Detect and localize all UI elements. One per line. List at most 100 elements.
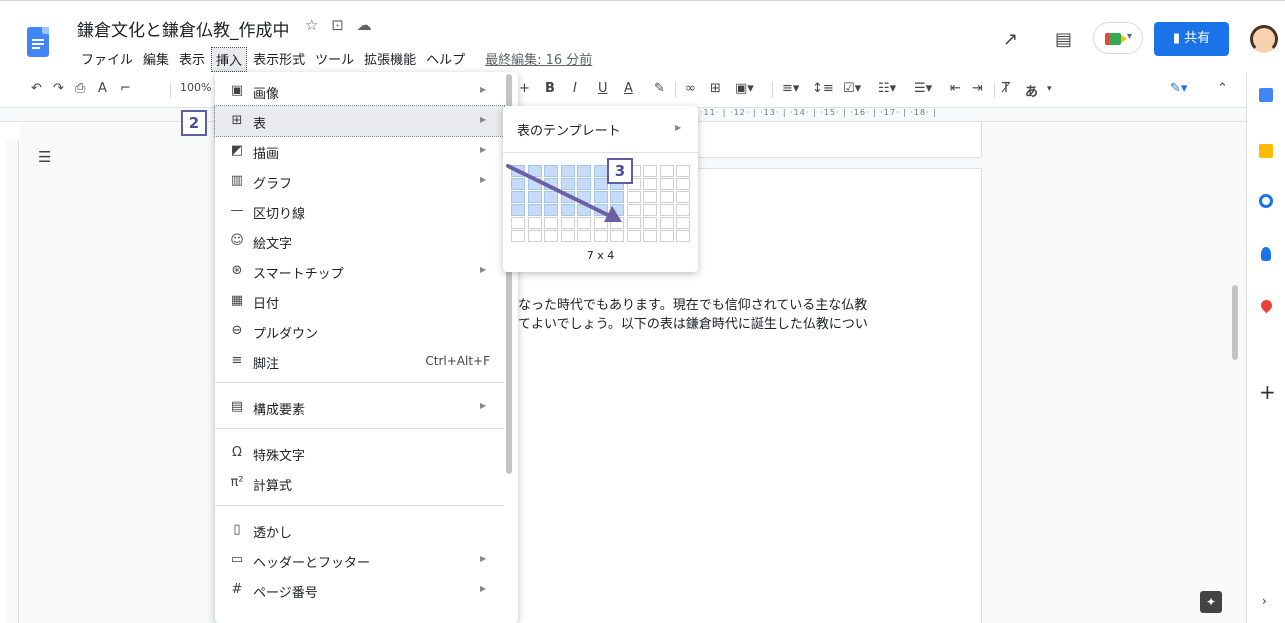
table-grid-cell[interactable]: [560, 230, 575, 242]
maps-app-icon[interactable]: [1258, 297, 1275, 314]
table-grid-cell[interactable]: [577, 165, 591, 177]
table-grid-cell[interactable]: [643, 217, 657, 229]
table-grid-cell[interactable]: [544, 165, 558, 177]
table-grid-cell[interactable]: [659, 204, 674, 216]
table-grid-cell[interactable]: [676, 165, 690, 177]
menu-edit[interactable]: 編集: [139, 47, 173, 72]
table-grid-cell[interactable]: [593, 191, 608, 203]
table-grid-cell[interactable]: [577, 217, 591, 229]
insert-menu-item[interactable]: ▥ グラフ ▶: [215, 166, 504, 196]
decrease-indent-icon[interactable]: ⇤: [950, 81, 961, 96]
table-grid-cell[interactable]: [676, 230, 690, 242]
table-grid-cell[interactable]: [527, 217, 542, 229]
table-grid-cell[interactable]: [544, 230, 558, 242]
table-grid-cell[interactable]: [544, 204, 558, 216]
bulleted-list-icon[interactable]: ☷▾: [878, 81, 896, 96]
font-size-increase-button[interactable]: +: [519, 81, 530, 96]
table-grid-cell[interactable]: [527, 165, 542, 177]
table-grid-cell[interactable]: [643, 165, 657, 177]
table-grid-cell[interactable]: [544, 191, 558, 203]
menu-insert[interactable]: 挿入: [211, 47, 248, 72]
table-grid-cell[interactable]: [527, 191, 542, 203]
collapse-menu-icon[interactable]: ⌃: [1217, 81, 1228, 96]
table-grid-cell[interactable]: [626, 217, 641, 229]
docs-logo-icon[interactable]: [27, 27, 49, 57]
menu-extensions[interactable]: 拡張機能: [360, 47, 420, 72]
insert-menu-item[interactable]: ☺ 絵文字: [215, 226, 504, 256]
table-grid-cell[interactable]: [577, 204, 591, 216]
table-grid-cell[interactable]: [511, 165, 525, 177]
highlight-icon[interactable]: ✎: [654, 81, 665, 96]
undo-icon[interactable]: ↶: [31, 81, 42, 96]
table-templates-item[interactable]: 表のテンプレート ▶: [503, 116, 698, 142]
table-grid-cell[interactable]: [593, 230, 608, 242]
menu-help[interactable]: ヘルプ: [422, 47, 469, 72]
menu-file[interactable]: ファイル: [77, 47, 137, 72]
table-grid-cell[interactable]: [527, 230, 542, 242]
insert-menu-item[interactable]: ⊛ スマートチップ ▶: [215, 256, 504, 286]
italic-button[interactable]: I: [573, 81, 577, 96]
table-grid-cell[interactable]: [676, 178, 690, 190]
insert-menu-item[interactable]: π² 計算式: [215, 468, 504, 498]
table-grid-cell[interactable]: [527, 204, 542, 216]
document-outline-icon[interactable]: ☰: [38, 148, 51, 166]
link-icon[interactable]: ∞: [685, 81, 696, 96]
insert-menu-item[interactable]: — 区切り線: [215, 196, 504, 226]
table-grid-cell[interactable]: [527, 178, 542, 190]
insert-menu-item[interactable]: ▤ 構成要素 ▶: [215, 392, 504, 422]
insert-menu-item[interactable]: ⊖ プルダウン: [215, 316, 504, 346]
star-icon[interactable]: ☆: [305, 16, 318, 34]
table-grid-cell[interactable]: [676, 217, 690, 229]
insert-menu-item[interactable]: ▣ 画像 ▶: [215, 76, 504, 106]
table-grid-cell[interactable]: [610, 191, 624, 203]
table-grid-cell[interactable]: [593, 165, 608, 177]
table-grid-cell[interactable]: [560, 191, 575, 203]
table-grid-cell[interactable]: [511, 230, 525, 242]
insert-menu-item[interactable]: # ページ番号 ▶: [215, 575, 504, 605]
table-grid-cell[interactable]: [626, 191, 641, 203]
zoom-select[interactable]: 100%: [180, 81, 211, 94]
explore-assist-button[interactable]: ✦: [1200, 591, 1222, 613]
table-grid-cell[interactable]: [659, 165, 674, 177]
table-grid-cell[interactable]: [626, 204, 641, 216]
share-button[interactable]: ▮ 共有: [1154, 22, 1229, 56]
insert-menu-item[interactable]: ▭ ヘッダーとフッター ▶: [215, 545, 504, 575]
table-grid-cell[interactable]: [560, 217, 575, 229]
user-avatar[interactable]: [1250, 25, 1278, 53]
table-grid-cell[interactable]: [676, 204, 690, 216]
table-grid-cell[interactable]: [610, 217, 624, 229]
add-app-icon[interactable]: +: [1259, 380, 1276, 404]
underline-button[interactable]: U: [598, 81, 608, 96]
table-grid-cell[interactable]: [659, 230, 674, 242]
contacts-app-icon[interactable]: [1261, 247, 1271, 261]
text-color-button[interactable]: A: [624, 81, 633, 96]
cloud-icon[interactable]: ☁: [357, 16, 372, 34]
tasks-app-icon[interactable]: [1259, 194, 1273, 208]
chevron-down-icon[interactable]: ▾: [1047, 84, 1052, 94]
calendar-app-icon[interactable]: [1259, 88, 1273, 102]
table-grid-cell[interactable]: [610, 204, 624, 216]
table-grid-cell[interactable]: [643, 191, 657, 203]
table-grid-cell[interactable]: [511, 204, 525, 216]
increase-indent-icon[interactable]: ⇥: [972, 81, 983, 96]
table-grid-cell[interactable]: [544, 217, 558, 229]
table-grid-cell[interactable]: [643, 230, 657, 242]
add-comment-icon[interactable]: ⊞: [710, 81, 721, 96]
table-grid-cell[interactable]: [610, 230, 624, 242]
folder-icon[interactable]: ⊡: [331, 16, 344, 34]
line-spacing-icon[interactable]: ↕≡: [812, 81, 834, 96]
spellcheck-icon[interactable]: A: [98, 81, 107, 96]
table-grid-cell[interactable]: [593, 204, 608, 216]
menu-format[interactable]: 表示形式: [249, 47, 309, 72]
menu-tools[interactable]: ツール: [311, 47, 358, 72]
insert-menu-item[interactable]: Ω 特殊文字: [215, 438, 504, 468]
table-grid-cell[interactable]: [593, 178, 608, 190]
clear-formatting-icon[interactable]: Ⱦ: [1002, 81, 1010, 96]
insert-image-icon[interactable]: ▣▾: [735, 81, 754, 96]
table-grid-cell[interactable]: [659, 217, 674, 229]
table-grid-cell[interactable]: [511, 178, 525, 190]
table-grid-cell[interactable]: [511, 217, 525, 229]
checklist-icon[interactable]: ☑▾: [843, 81, 861, 96]
document-scrollbar[interactable]: [1232, 285, 1238, 360]
document-title[interactable]: 鎌倉文化と鎌倉仏教_作成中: [77, 16, 290, 41]
